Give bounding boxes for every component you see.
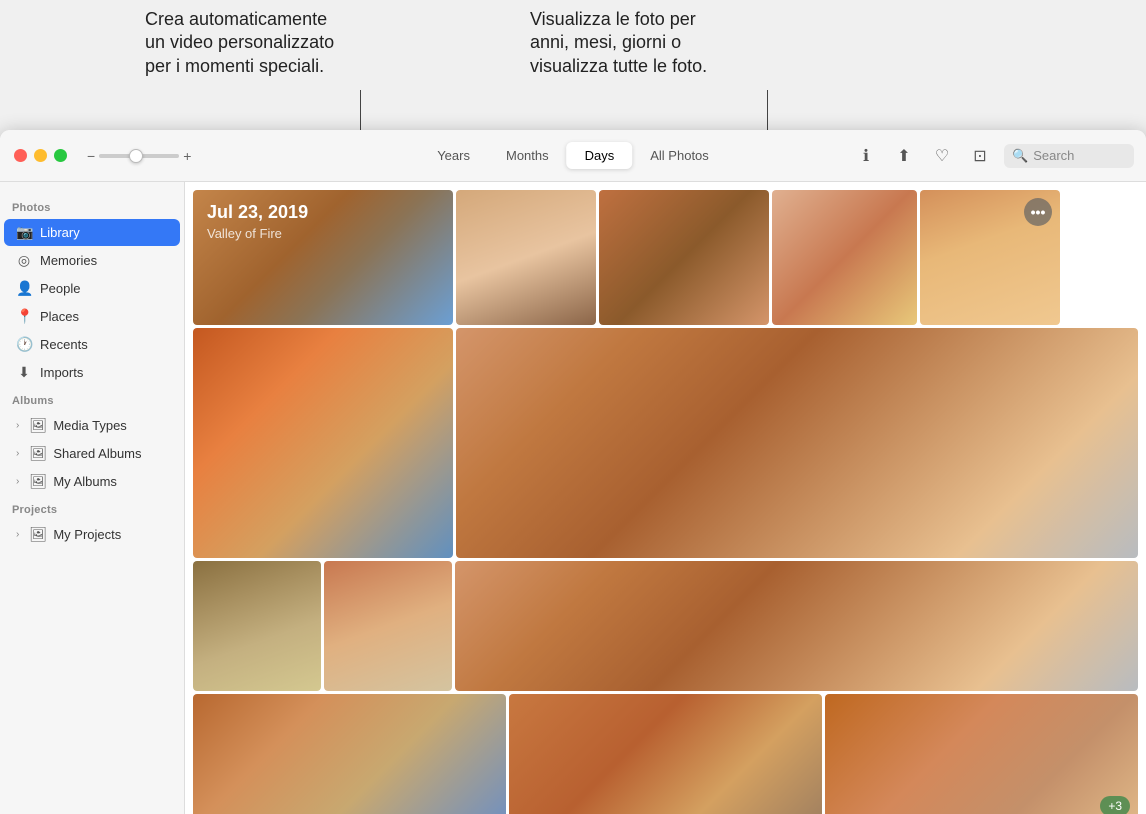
tab-days[interactable]: Days [567,142,633,169]
sidebar-item-library[interactable]: 📷 Library [4,219,180,246]
zoom-minus-button[interactable]: − [87,148,95,164]
sidebar-item-recents[interactable]: 🕐 Recents [4,331,180,358]
albums-section-label: Albums [0,387,184,411]
photo-cell-strip-1[interactable] [456,190,596,325]
day-date-label: Jul 23, 2019 [207,202,308,223]
info-button[interactable]: ℹ [852,142,880,170]
heart-button[interactable]: ♡ [928,142,956,170]
sidebar-item-people-label: People [40,281,80,296]
tab-years[interactable]: Years [419,142,488,169]
sidebar-item-library-label: Library [40,225,80,240]
sidebar-item-imports[interactable]: ⬇ Imports [4,359,180,386]
memories-icon: ◎ [16,252,32,269]
expand-icon-media: › [16,420,19,431]
recents-icon: 🕐 [16,336,32,353]
photo-cell-road-2[interactable] [509,694,822,814]
sidebar-item-my-projects-label: My Projects [53,527,121,542]
tooltip-right: Visualizza le foto per anni, mesi, giorn… [530,8,760,78]
sidebar-item-imports-label: Imports [40,365,83,380]
photos-section-label: Photos [0,194,184,218]
day-section-jul23: Jul 23, 2019 Valley of Fire ••• [193,190,1138,814]
share-button[interactable]: ⬆ [890,142,918,170]
photo-row-2 [193,328,1138,558]
photo-row-1: Jul 23, 2019 Valley of Fire ••• [193,190,1138,325]
content-area: Photos 📷 Library ◎ Memories 👤 People 📍 P… [0,182,1146,814]
photo-grid: Jul 23, 2019 Valley of Fire ••• [185,182,1146,814]
title-bar: − + Years Months Days All Photos ℹ ⬆ ♡ ⊡… [0,130,1146,182]
more-photos-badge: +3 [1100,796,1130,814]
projects-section-label: Projects [0,496,184,520]
photo-cell-girl-green[interactable] [193,561,321,691]
photo-cell-sunset[interactable] [193,328,453,558]
imports-icon: ⬇ [16,364,32,381]
sidebar: Photos 📷 Library ◎ Memories 👤 People 📍 P… [0,182,185,814]
zoom-plus-button[interactable]: + [183,148,191,164]
sidebar-item-my-projects[interactable]: › 🖼 My Projects [4,521,180,548]
search-icon: 🔍 [1012,148,1028,164]
places-icon: 📍 [16,308,32,325]
sidebar-item-places-label: Places [40,309,79,324]
sidebar-item-memories[interactable]: ◎ Memories [4,247,180,274]
sidebar-item-places[interactable]: 📍 Places [4,303,180,330]
sidebar-item-recents-label: Recents [40,337,88,352]
photo-cell-canyon-hero[interactable] [456,328,1138,558]
people-icon: 👤 [16,280,32,297]
media-types-icon: 🖼 [29,417,45,434]
photo-cell-wide-right[interactable] [455,561,1138,691]
more-options-badge[interactable]: ••• [1024,198,1052,226]
sidebar-item-shared-albums-label: Shared Albums [53,446,141,461]
zoom-thumb[interactable] [129,149,143,163]
search-placeholder: Search [1033,148,1074,163]
day-location-label: Valley of Fire [207,226,282,241]
tab-allphotos[interactable]: All Photos [632,142,727,169]
expand-icon-shared: › [16,448,19,459]
zoom-control: − + [87,148,191,164]
my-projects-icon: 🖼 [29,526,45,543]
close-button[interactable] [14,149,27,162]
toolbar-right: ℹ ⬆ ♡ ⊡ 🔍 Search [852,142,1134,170]
sidebar-item-memories-label: Memories [40,253,97,268]
photo-cell-hero-date[interactable]: Jul 23, 2019 Valley of Fire [193,190,453,325]
photo-cell-road-1[interactable] [193,694,506,814]
sidebar-item-shared-albums[interactable]: › 🖼 Shared Albums [4,440,180,467]
tab-months[interactable]: Months [488,142,567,169]
sidebar-item-my-albums[interactable]: › 🖼 My Albums [4,468,180,495]
sidebar-item-media-types-label: Media Types [53,418,126,433]
zoom-slider[interactable] [99,154,179,158]
photo-row-3 [193,561,1138,691]
sidebar-item-media-types[interactable]: › 🖼 Media Types [4,412,180,439]
traffic-lights [0,149,67,162]
tabs-container: Years Months Days All Photos [419,142,727,169]
tooltip-left: Crea automaticamente un video personaliz… [145,8,365,78]
search-box[interactable]: 🔍 Search [1004,144,1134,168]
expand-icon-projects: › [16,529,19,540]
photo-cell-girl-stand[interactable] [324,561,452,691]
crop-button[interactable]: ⊡ [966,142,994,170]
sidebar-item-people[interactable]: 👤 People [4,275,180,302]
shared-albums-icon: 🖼 [29,445,45,462]
my-albums-icon: 🖼 [29,473,45,490]
expand-icon-my-albums: › [16,476,19,487]
photo-row-4: +3 [193,694,1138,814]
photo-cell-strip-2[interactable] [599,190,769,325]
photo-cell-strip-4[interactable]: ••• [920,190,1060,325]
maximize-button[interactable] [54,149,67,162]
photo-cell-canyon-last[interactable]: +3 [825,694,1138,814]
app-window: − + Years Months Days All Photos ℹ ⬆ ♡ ⊡… [0,130,1146,814]
sidebar-item-my-albums-label: My Albums [53,474,117,489]
minimize-button[interactable] [34,149,47,162]
photo-cell-strip-3[interactable] [772,190,917,325]
library-icon: 📷 [16,224,32,241]
